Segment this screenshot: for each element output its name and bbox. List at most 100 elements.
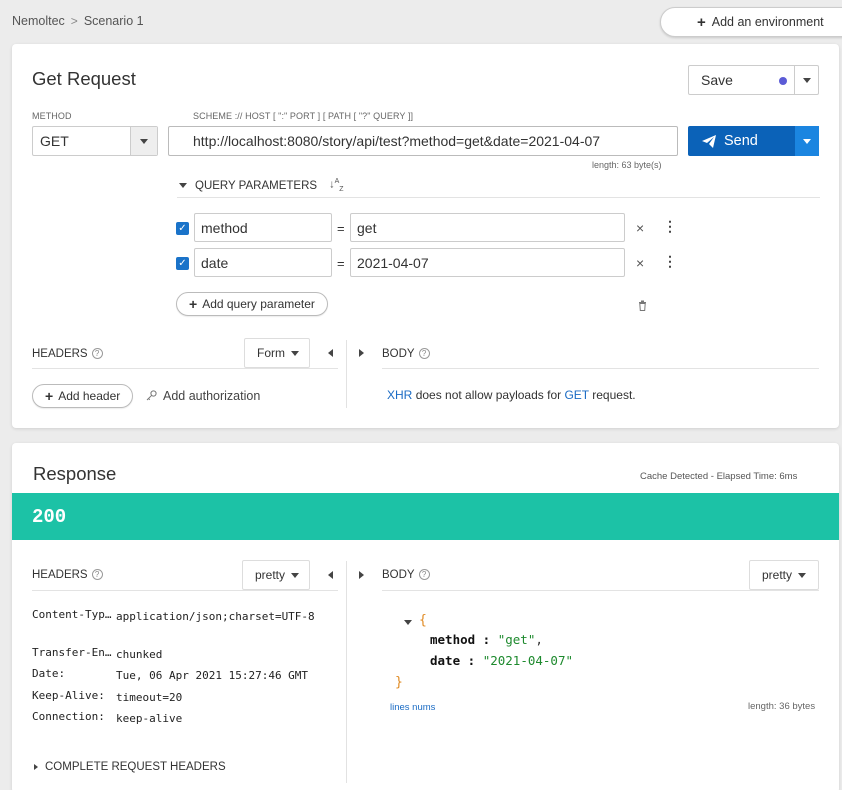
help-icon[interactable]: ? — [91, 569, 103, 580]
key-icon — [146, 390, 157, 401]
param-menu-icon[interactable]: ⋮ — [663, 254, 677, 268]
collapse-left-icon[interactable] — [328, 571, 333, 579]
json-value: "get" — [497, 632, 536, 647]
status-bar: 200 — [12, 493, 839, 540]
note-text: does not allow payloads for — [415, 388, 562, 402]
save-label: Save — [701, 72, 733, 88]
response-card: Response Cache Detected - Elapsed Time: … — [12, 443, 839, 790]
collapse-left-icon[interactable] — [328, 349, 333, 357]
response-body-mode-select[interactable]: pretty — [749, 560, 819, 590]
request-body-title: BODY? — [382, 348, 430, 360]
plus-icon: + — [189, 296, 198, 312]
send-button[interactable]: Send — [688, 126, 795, 156]
add-header-button[interactable]: + Add header — [32, 384, 134, 408]
response-body-title: BODY? — [382, 569, 430, 581]
param-value-input[interactable]: get — [350, 213, 625, 242]
headers-mode-select[interactable]: Form — [244, 338, 310, 368]
response-headers-mode-select[interactable]: pretty — [242, 560, 310, 590]
vertical-divider — [346, 340, 347, 408]
json-key: method — [430, 632, 476, 647]
response-body-length: length: 36 bytes — [748, 701, 816, 712]
response-header-row: Date: Tue, 06 Apr 2021 15:27:46 GMT — [32, 667, 316, 684]
caret-down-icon — [291, 350, 299, 356]
method-label: METHOD — [32, 111, 72, 121]
save-button-group: Save — [688, 65, 819, 95]
param-enabled-checkbox[interactable]: ✓ — [176, 257, 189, 270]
headers-title-text: HEADERS — [32, 569, 88, 581]
breadcrumb: Nemoltec > Scenario 1 — [12, 14, 144, 28]
complete-request-headers-toggle[interactable]: COMPLETE REQUEST HEADERS — [34, 761, 226, 773]
param-name-input[interactable]: date — [194, 248, 332, 277]
send-button-group: Send — [688, 126, 819, 156]
sort-icon[interactable]: ↓AZ — [329, 178, 343, 193]
header-value: Tue, 06 Apr 2021 15:27:46 GMT — [116, 669, 309, 682]
response-header-row: Keep-Alive: timeout=20 — [32, 689, 316, 706]
divider — [32, 368, 338, 369]
equals-sign: = — [337, 221, 345, 236]
header-value: timeout=20 — [116, 691, 183, 704]
url-format-label: SCHEME :// HOST [ ":" PORT ] [ PATH [ "?… — [193, 111, 414, 121]
chevron-right-icon: > — [70, 14, 78, 28]
get-link[interactable]: GET — [564, 388, 588, 402]
plus-icon: + — [45, 388, 54, 404]
body-not-allowed-note: XHR does not allow payloads for GET requ… — [387, 388, 636, 402]
param-menu-icon[interactable]: ⋮ — [663, 219, 677, 233]
xhr-link[interactable]: XHR — [387, 388, 412, 402]
divider — [382, 590, 819, 591]
json-line: method : "get", — [430, 632, 543, 647]
method-select[interactable]: GET — [32, 126, 158, 156]
header-key: Date: — [32, 667, 66, 680]
response-header-row: Transfer-En… chunked — [32, 646, 316, 663]
save-options-button[interactable] — [794, 66, 818, 94]
caret-down-icon — [803, 138, 811, 144]
breadcrumb-project[interactable]: Nemoltec — [12, 14, 65, 28]
json-collapse-icon[interactable] — [404, 620, 412, 625]
add-environment-label: Add an environment — [711, 15, 824, 29]
add-query-parameter-button[interactable]: + Add query parameter — [176, 292, 328, 316]
add-environment-button[interactable]: + Add an environment — [660, 7, 842, 37]
help-icon[interactable]: ? — [418, 569, 430, 580]
response-header-row: Content-Typ… application/json;charset=UT… — [32, 608, 316, 625]
add-param-label: Add query parameter — [202, 297, 315, 311]
help-icon[interactable]: ? — [91, 348, 103, 359]
vertical-divider — [346, 561, 347, 783]
json-line: date : "2021-04-07" — [430, 653, 573, 668]
send-options-button[interactable] — [795, 126, 819, 156]
collapse-caret-icon — [179, 183, 187, 188]
expand-right-icon[interactable] — [359, 571, 364, 579]
url-length: length: 63 byte(s) — [592, 160, 662, 170]
request-card: Get Request Save METHOD SCHEME :// HOST … — [12, 44, 839, 428]
header-key: Connection: — [32, 710, 105, 723]
response-headers-title: HEADERS? — [32, 569, 103, 581]
response-header-row: Connection: keep-alive — [32, 710, 316, 727]
trash-icon[interactable] — [638, 300, 647, 311]
request-title: Get Request — [32, 68, 136, 89]
method-value: GET — [40, 133, 69, 149]
param-enabled-checkbox[interactable]: ✓ — [176, 222, 189, 235]
expand-right-icon[interactable] — [359, 349, 364, 357]
param-value-input[interactable]: 2021-04-07 — [350, 248, 625, 277]
add-authorization-link[interactable]: Add authorization — [146, 389, 260, 403]
param-name-input[interactable]: method — [194, 213, 332, 242]
body-mode-value: pretty — [762, 568, 793, 582]
remove-param-icon[interactable]: × — [636, 220, 644, 236]
url-input[interactable]: http://localhost:8080/story/api/test?met… — [168, 126, 678, 156]
header-value: application/json;charset=UTF-8 — [116, 610, 315, 623]
save-button[interactable]: Save — [689, 66, 794, 94]
json-close-brace: } — [395, 675, 403, 690]
request-headers-title: HEADERS? — [32, 348, 103, 360]
caret-down-icon — [140, 138, 148, 144]
header-key: Keep-Alive: — [32, 689, 105, 702]
divider — [382, 368, 819, 369]
query-params-toggle[interactable]: QUERY PARAMETERS ↓AZ — [177, 174, 820, 198]
breadcrumb-scenario[interactable]: Scenario 1 — [84, 14, 144, 28]
lines-nums-toggle[interactable]: lines nums — [390, 702, 435, 713]
remove-param-icon[interactable]: × — [636, 255, 644, 271]
plus-icon: + — [697, 13, 706, 31]
query-params-title: QUERY PARAMETERS — [195, 179, 318, 192]
method-dropdown-button[interactable] — [130, 127, 157, 155]
help-icon[interactable]: ? — [418, 348, 430, 359]
complete-headers-label: COMPLETE REQUEST HEADERS — [45, 761, 226, 773]
add-header-label: Add header — [58, 389, 121, 403]
divider — [32, 590, 338, 591]
